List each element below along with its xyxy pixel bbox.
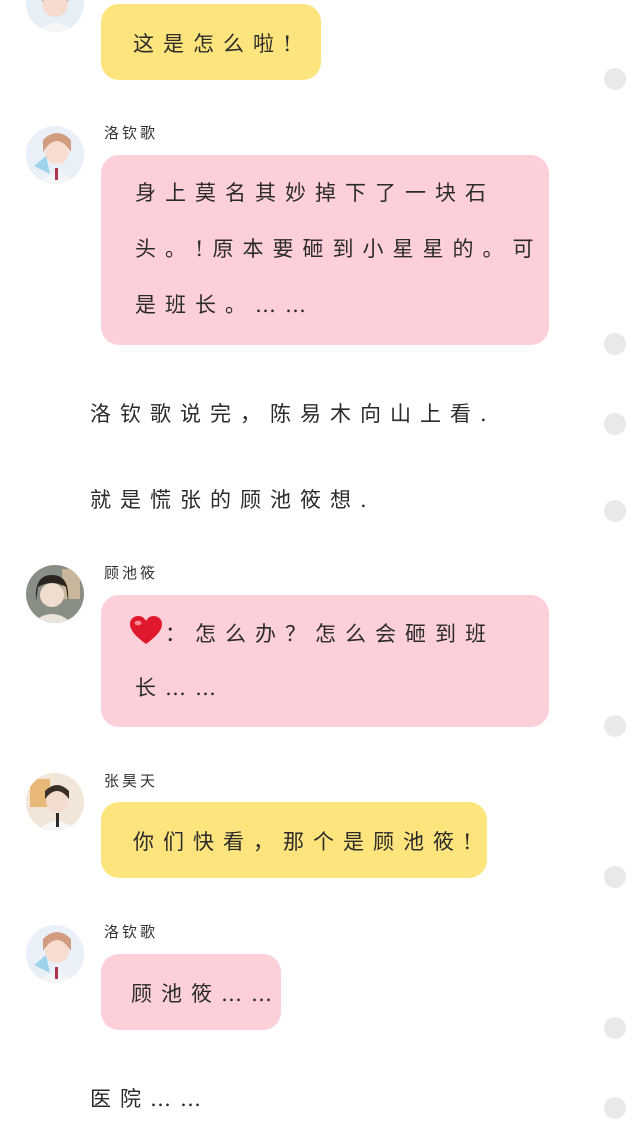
dot-icon[interactable] <box>604 333 626 355</box>
avatar-luo[interactable] <box>26 126 84 184</box>
message-bubble[interactable]: ：怎么办？怎么会砸到班 长…… <box>101 595 549 727</box>
sender-name: 顾池筱 <box>104 564 159 582</box>
message-text: ：怎么办？怎么会砸到班 <box>165 622 495 646</box>
sender-name: 洛钦歌 <box>104 923 159 941</box>
narration-text: 医院…… <box>90 1087 210 1111</box>
sender-name: 洛钦歌 <box>104 124 159 142</box>
message-bubble[interactable]: 顾池筱…… <box>101 954 281 1030</box>
narration-text: 洛钦歌说完，陈易木向山上看. <box>90 402 496 426</box>
avatar-top[interactable] <box>26 0 84 32</box>
message-line-1: ：怎么办？怎么会砸到班 <box>129 615 549 651</box>
dot-icon[interactable] <box>604 413 626 435</box>
message-line-2: 长…… <box>135 676 225 700</box>
message-line: 身上莫名其妙掉下了一块石 <box>135 181 495 205</box>
sender-name: 张昊天 <box>104 772 159 790</box>
message-text: 顾池筱…… <box>131 982 281 1006</box>
avatar-girl-dark-hair-icon <box>26 565 84 623</box>
red-heart-emoji-icon <box>130 616 162 644</box>
avatar-zhang[interactable] <box>26 773 84 831</box>
avatar-luo[interactable] <box>26 925 84 983</box>
dot-icon[interactable] <box>604 1017 626 1039</box>
narration-text: 就是慌张的顾池筱想. <box>90 488 376 512</box>
message-bubble[interactable]: 身上莫名其妙掉下了一块石 头。!原本要砸到小星星的。可 是班长。…… <box>101 155 549 345</box>
avatar-girl-selfie-icon <box>26 925 84 983</box>
message-line: 是班长。…… <box>135 293 315 317</box>
dot-icon[interactable] <box>604 68 626 90</box>
message-bubble[interactable]: 你们快看，那个是顾池筱! <box>101 802 487 878</box>
avatar-boy-icon <box>26 773 84 831</box>
message-bubble[interactable]: 这是怎么啦! <box>101 4 321 80</box>
avatar-girl-selfie-icon <box>26 126 84 184</box>
dot-icon[interactable] <box>604 1097 626 1119</box>
message-text: 这是怎么啦! <box>133 32 301 56</box>
dot-icon[interactable] <box>604 500 626 522</box>
dot-icon[interactable] <box>604 866 626 888</box>
message-line: 头。!原本要砸到小星星的。可 <box>135 237 543 261</box>
message-text: 你们快看，那个是顾池筱! <box>133 830 481 854</box>
dot-icon[interactable] <box>604 715 626 737</box>
avatar-gu[interactable] <box>26 565 84 623</box>
avatar-girl-icon <box>26 0 84 32</box>
